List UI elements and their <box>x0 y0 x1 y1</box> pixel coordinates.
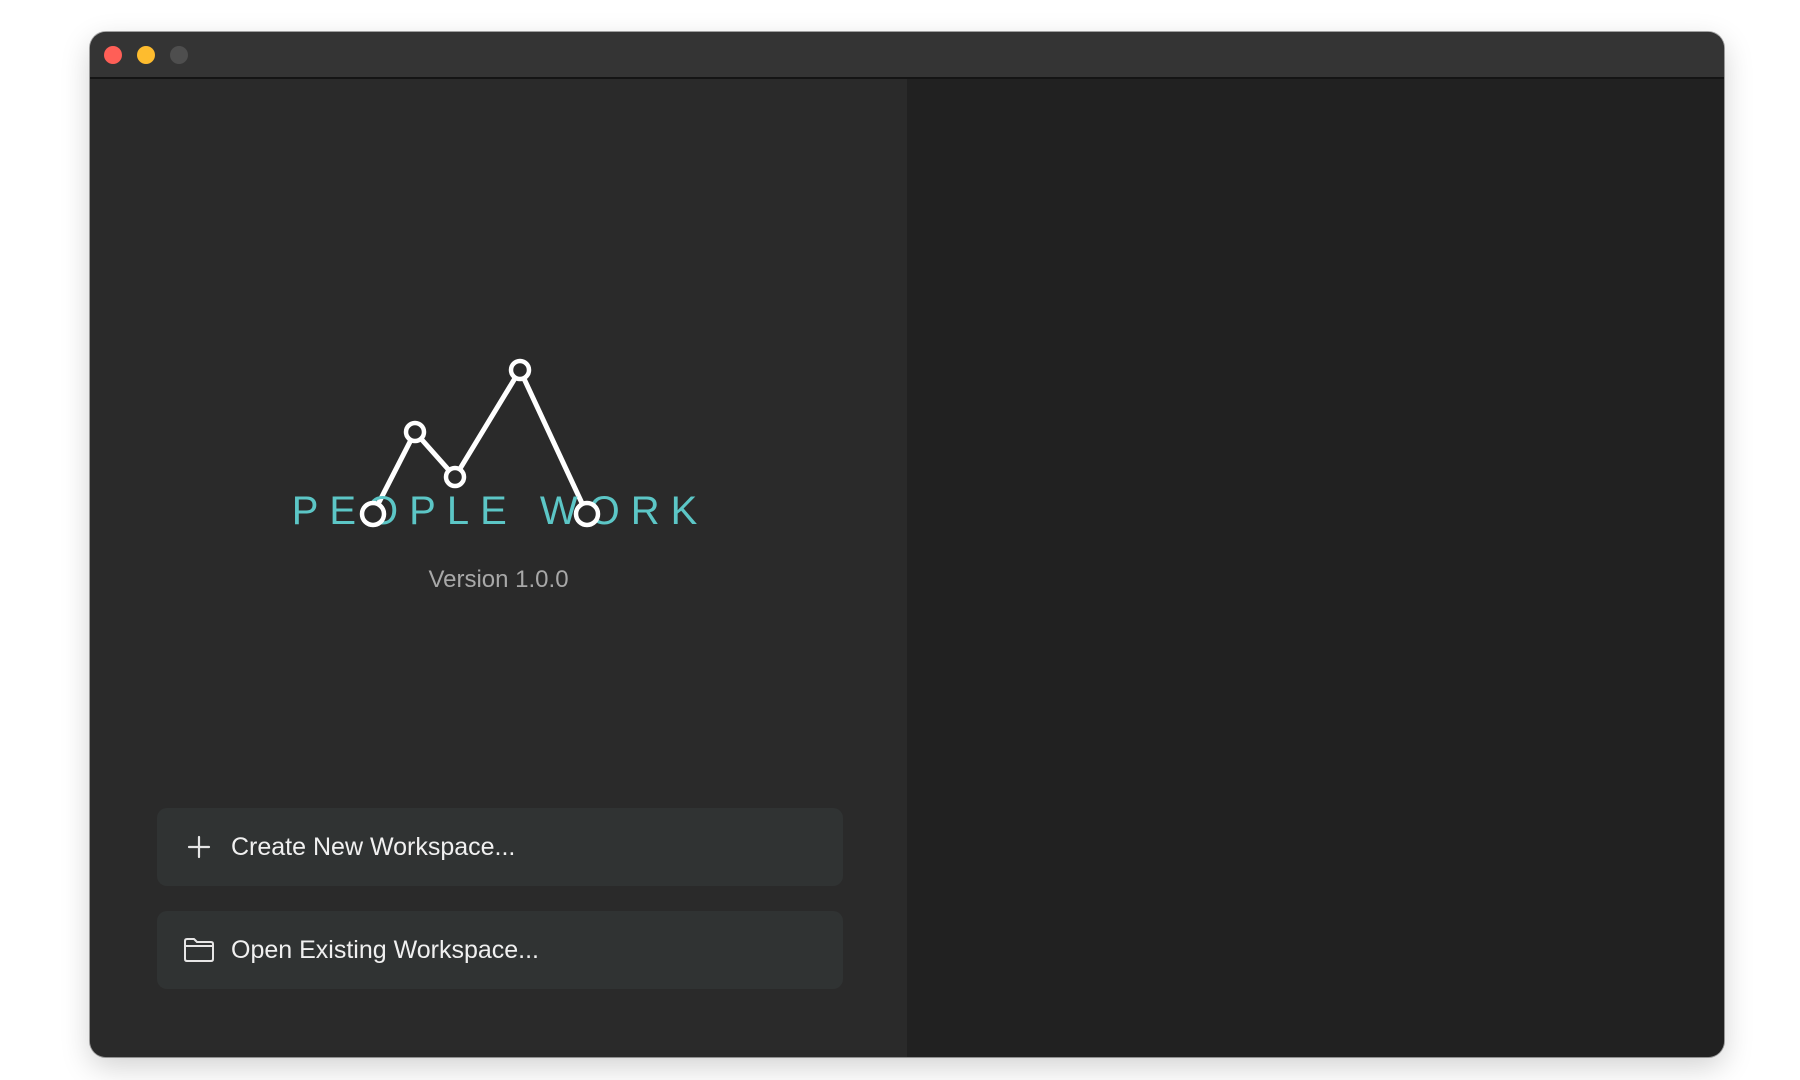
create-new-workspace-button[interactable]: Create New Workspace... <box>157 808 843 886</box>
logo-wordmark: PEOPLE WORK <box>295 489 705 533</box>
people-work-logo: PEOPLE WORK <box>295 358 705 533</box>
zoom-window-button[interactable] <box>170 46 188 64</box>
create-new-workspace-label: Create New Workspace... <box>231 832 516 861</box>
open-existing-workspace-button[interactable]: Open Existing Workspace... <box>157 911 843 989</box>
recent-workspaces-pane <box>907 79 1724 1057</box>
welcome-pane: PEOPLE WORK Version 1.0.0 Create New Wor… <box>90 79 907 1057</box>
plus-icon <box>183 831 215 863</box>
title-bar <box>90 32 1724 79</box>
open-existing-workspace-label: Open Existing Workspace... <box>231 935 540 964</box>
close-window-button[interactable] <box>104 46 122 64</box>
minimize-window-button[interactable] <box>137 46 155 64</box>
folder-icon <box>183 934 215 966</box>
app-window: PEOPLE WORK Version 1.0.0 Create New Wor… <box>90 32 1724 1057</box>
version-label: Version 1.0.0 <box>428 566 569 593</box>
